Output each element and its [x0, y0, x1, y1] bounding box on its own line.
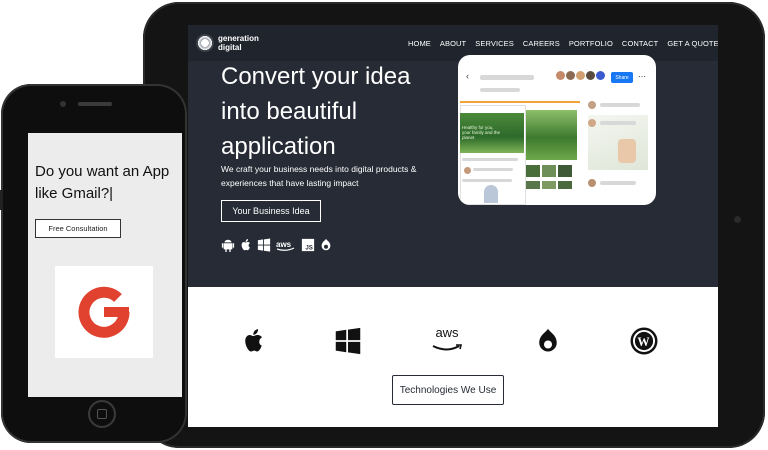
svg-text:aws: aws — [276, 240, 292, 249]
nav-services[interactable]: SERVICES — [475, 39, 514, 48]
nav-get-a-quote[interactable]: GET A QUOTE — [667, 39, 718, 48]
hero-section: generation digital HOME ABOUT SERVICES C… — [188, 25, 718, 287]
card-title: Sleep — [462, 107, 476, 113]
brand-line1[interactable]: generation — [218, 35, 259, 43]
placeholder-bar — [600, 103, 640, 107]
technologies-button[interactable]: Technologies We Use — [392, 375, 504, 405]
nav-portfolio[interactable]: PORTFOLIO — [569, 39, 613, 48]
wordpress-icon: W — [630, 327, 658, 355]
brand-line2[interactable]: digital — [218, 44, 242, 52]
nav-about[interactable]: ABOUT — [440, 39, 466, 48]
placeholder-bar — [600, 181, 636, 185]
phone-screen: Do you want an App like Gmail?| Free Con… — [28, 133, 182, 397]
avatar — [556, 71, 565, 80]
apple-icon — [241, 239, 251, 251]
avatar — [566, 71, 575, 80]
android-icon — [221, 239, 235, 252]
home-square-icon — [97, 409, 107, 419]
windows-icon — [335, 327, 361, 355]
technologies-section: aws W Technologies We Use — [188, 287, 718, 427]
share-button[interactable]: Share — [611, 72, 633, 83]
thumbnail — [542, 181, 556, 189]
aws-icon: aws — [276, 240, 295, 251]
thumbnail-row — [526, 165, 572, 177]
windows-icon — [257, 238, 271, 252]
illustration — [484, 185, 498, 203]
javascript-icon: JS — [301, 238, 315, 251]
avatar — [588, 119, 596, 127]
tablet-screen: generation digital HOME ABOUT SERVICES C… — [188, 25, 718, 427]
free-consultation-button[interactable]: Free Consultation — [35, 219, 121, 238]
aws-icon: aws — [429, 325, 465, 355]
aws-smile-icon — [432, 344, 463, 351]
placeholder-bar — [480, 75, 534, 80]
avatar — [464, 167, 471, 174]
aws-label: aws — [435, 325, 459, 340]
hero-app-screenshot: ‹ Share ⋯ Sleep Healthy for you, your fa… — [458, 55, 656, 205]
tablet-camera — [734, 216, 741, 223]
hero-tech-icons: aws JS — [221, 238, 333, 252]
svg-text:JS: JS — [305, 244, 312, 251]
business-idea-button[interactable]: Your Business Idea — [221, 200, 321, 222]
more-icon[interactable]: ⋯ — [638, 72, 646, 81]
nav-careers[interactable]: CAREERS — [523, 39, 560, 48]
placeholder-bar — [600, 121, 636, 125]
phone-speaker — [78, 102, 112, 106]
avatar — [586, 71, 595, 80]
drupal-icon — [539, 328, 557, 352]
thumbnail — [526, 181, 540, 189]
drupal-icon — [321, 238, 331, 251]
phone-side-button — [0, 190, 3, 210]
logo-icon[interactable] — [196, 34, 214, 52]
thumbnail — [542, 165, 556, 177]
placeholder-bar — [473, 168, 513, 171]
forest-image — [525, 110, 577, 160]
placeholder-bar — [480, 88, 520, 92]
hero-title: Convert your idea into beautiful applica… — [221, 63, 411, 160]
thumbs-up-illustration — [618, 139, 636, 163]
svg-text:W: W — [637, 335, 650, 349]
thumbnail — [558, 165, 572, 177]
avatar-stack — [556, 71, 605, 80]
avatar — [588, 179, 596, 187]
thumbnail — [558, 181, 572, 189]
phone-camera — [60, 101, 66, 107]
hero-subtitle: We craft your business needs into digita… — [221, 164, 417, 188]
avatar — [596, 71, 605, 80]
placeholder-bar — [462, 158, 518, 161]
nav-home[interactable]: HOME — [408, 39, 431, 48]
placeholder-bar — [462, 179, 512, 182]
avatar — [588, 101, 596, 109]
back-arrow-icon: ‹ — [466, 71, 469, 81]
avatar — [576, 71, 585, 80]
google-g-icon — [78, 286, 130, 338]
thumbnail-row — [526, 181, 572, 189]
card-text: Healthy for you, your family and the pla… — [462, 125, 501, 140]
phone-headline: Do you want an App like Gmail?| — [35, 163, 170, 202]
progress-bar — [460, 101, 580, 103]
nav-links: HOME ABOUT SERVICES CAREERS PORTFOLIO CO… — [408, 39, 718, 48]
nav-contact[interactable]: CONTACT — [622, 39, 658, 48]
app-icon-box — [55, 266, 153, 358]
apple-icon — [245, 329, 263, 352]
thumbnail — [526, 165, 540, 177]
